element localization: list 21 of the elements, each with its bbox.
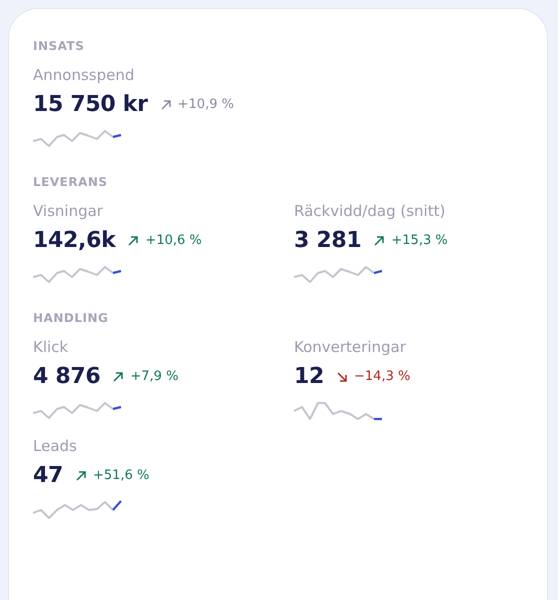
change-percent: +7,9 %: [130, 369, 178, 384]
metric-label: Annonsspend: [33, 66, 136, 84]
metric-label: Räckvidd/dag (snitt): [294, 202, 446, 220]
change-percent: −14,3 %: [354, 369, 410, 384]
metric-value: 4 876: [33, 364, 100, 389]
metric-value: 15 750 kr: [33, 92, 148, 117]
change-percent: +51,6 %: [93, 468, 150, 483]
metric-label: Visningar: [33, 202, 104, 220]
section-heading: HANDLING: [33, 311, 110, 325]
metric-label: Klick: [33, 338, 70, 356]
change-percent: +15,3 %: [391, 233, 448, 248]
section-heading: LEVERANS: [33, 175, 109, 189]
section-heading: INSATS: [33, 39, 86, 53]
metric-label: Konverteringar: [294, 338, 407, 356]
change-percent: +10,9 %: [178, 97, 234, 112]
metric-value: 142,6k: [33, 228, 116, 253]
metric-value: 47: [33, 463, 64, 488]
metric-value: 12: [294, 364, 324, 389]
metric-value: 3 281: [294, 228, 362, 253]
change-percent: +10,6 %: [145, 233, 202, 248]
metric-label: Leads: [33, 437, 78, 455]
